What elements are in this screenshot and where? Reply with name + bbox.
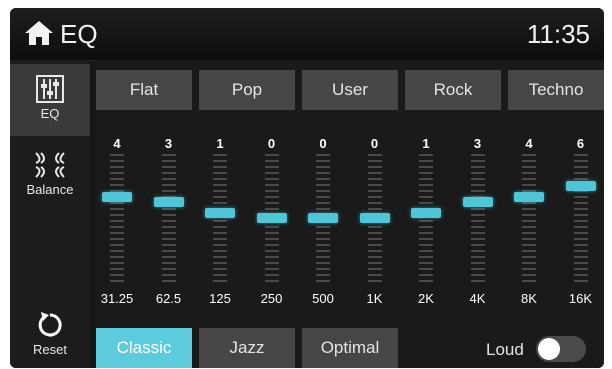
band-slider-knob[interactable] xyxy=(359,213,390,223)
band-slider-track[interactable] xyxy=(110,154,124,282)
preset-button-jazz[interactable]: Jazz xyxy=(199,328,295,368)
preset-button-user[interactable]: User xyxy=(302,70,398,110)
band-slider-knob[interactable] xyxy=(514,191,544,202)
sidebar-item-balance[interactable]: Balance xyxy=(10,140,90,212)
preset-button-classic[interactable]: Classic xyxy=(96,328,192,368)
sidebar: EQ Balance Reset xyxy=(10,60,90,368)
balance-icon xyxy=(35,152,65,178)
preset-button-rock[interactable]: Rock xyxy=(405,70,501,110)
band-frequency-label: 1K xyxy=(366,291,383,306)
preset-button-pop[interactable]: Pop xyxy=(199,70,295,110)
band-gain-value: 3 xyxy=(164,136,173,151)
band-slider-knob[interactable] xyxy=(256,213,287,223)
band-slider-knob[interactable] xyxy=(102,191,132,202)
equalizer-icon xyxy=(36,75,64,103)
eq-screen: EQ 11:35 EQ Balance Reset Flat Pop User … xyxy=(10,8,604,368)
band-slider-knob[interactable] xyxy=(153,197,184,207)
band-slider-track[interactable] xyxy=(161,154,176,282)
band-slider-knob[interactable] xyxy=(462,197,493,207)
title-bar: EQ 11:35 xyxy=(10,8,604,61)
band-slider-knob[interactable] xyxy=(205,207,235,218)
band-frequency-label: 4K xyxy=(469,291,486,306)
band-slider-knob[interactable] xyxy=(565,181,596,191)
band-frequency-label: 16K xyxy=(568,291,593,306)
sidebar-item-label: Balance xyxy=(26,182,74,197)
band-slider-track[interactable] xyxy=(419,154,433,282)
preset-button-optimal[interactable]: Optimal xyxy=(302,328,398,368)
band-gain-value: 0 xyxy=(267,136,276,151)
band-gain-value: 0 xyxy=(370,136,379,151)
loud-toggle[interactable] xyxy=(536,336,586,362)
band-gain-value: 0 xyxy=(319,136,327,151)
band-gain-value: 6 xyxy=(576,136,585,151)
sidebar-item-label: EQ xyxy=(40,106,60,121)
reset-button[interactable]: Reset xyxy=(10,300,90,368)
band-frequency-label: 62.5 xyxy=(155,291,182,306)
band-frequency-label: 500 xyxy=(312,291,334,306)
sidebar-item-eq[interactable]: EQ xyxy=(10,64,90,136)
band-slider-knob[interactable] xyxy=(411,207,441,218)
clock: 11:35 xyxy=(526,19,590,49)
band-frequency-label: 125 xyxy=(209,291,231,306)
eq-panel: Flat Pop User Rock Techno 4 31.25 3 62.5 1 125 0 25… xyxy=(96,60,604,368)
band-frequency-label: 31.25 xyxy=(100,291,134,306)
reset-icon xyxy=(38,312,62,337)
band-gain-value: 4 xyxy=(113,136,121,151)
band-slider-track[interactable] xyxy=(522,154,536,282)
band-gain-value: 1 xyxy=(216,136,224,151)
band-frequency-label: 250 xyxy=(260,291,283,306)
preset-button-techno[interactable]: Techno xyxy=(508,70,604,110)
loud-toggle-knob xyxy=(538,338,560,360)
sidebar-item-label: Reset xyxy=(33,342,67,357)
home-icon[interactable] xyxy=(24,20,56,48)
band-gain-value: 1 xyxy=(422,136,430,151)
band-slider-knob[interactable] xyxy=(308,213,338,223)
band-slider-track[interactable] xyxy=(470,154,485,282)
band-frequency-label: 2K xyxy=(418,291,434,306)
band-gain-value: 3 xyxy=(473,136,482,151)
page-title: EQ xyxy=(60,19,98,49)
band-slider-track[interactable] xyxy=(213,154,227,282)
loud-label: Loud xyxy=(486,340,524,359)
band-frequency-label: 8K xyxy=(521,291,537,306)
band-slider-track[interactable] xyxy=(573,154,588,282)
preset-button-flat[interactable]: Flat xyxy=(96,70,192,110)
band-gain-value: 4 xyxy=(525,136,533,151)
